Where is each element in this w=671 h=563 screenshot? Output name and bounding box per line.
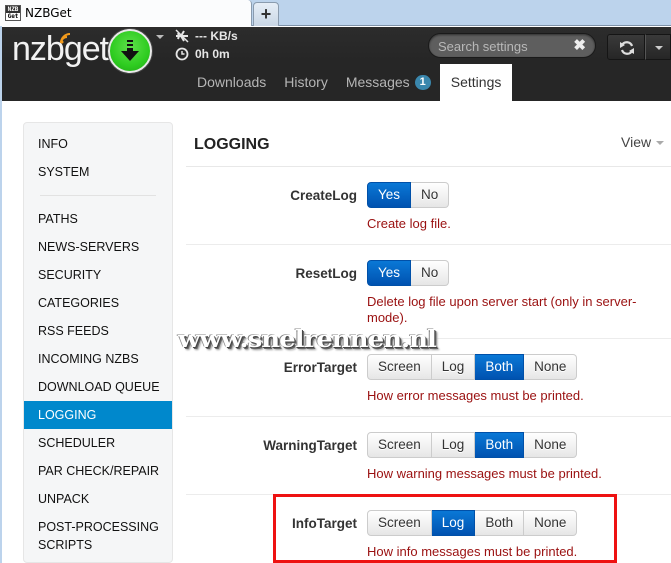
option-description: Create log file. [367, 216, 451, 231]
tab-messages[interactable]: Messages 1 [337, 64, 440, 101]
tab-downloads[interactable]: Downloads [188, 64, 275, 101]
logo-signal-icon [60, 33, 71, 44]
createlog-toggle: Yes No [367, 182, 450, 208]
favicon-text-bottom: Get [7, 13, 19, 20]
resetlog-yes-button[interactable]: Yes [367, 260, 412, 286]
tab-downloads-label: Downloads [197, 74, 267, 90]
sidebar-item-incoming-nzbs[interactable]: INCOMING NZBS [24, 345, 172, 373]
infotarget-log-button[interactable]: Log [431, 510, 476, 536]
option-description: Delete log file upon server start (only … [367, 294, 637, 325]
createlog-yes-button[interactable]: Yes [367, 182, 412, 208]
browser-tab[interactable]: NZB Get NZBGet [0, 0, 252, 26]
sidebar-item-scheduler[interactable]: SCHEDULER [24, 429, 172, 457]
sidebar-item-par-check-repair[interactable]: PAR CHECK/REPAIR [24, 457, 172, 485]
errortarget-both-button[interactable]: Both [475, 354, 525, 380]
browser-tab-strip: NZB Get NZBGet + [0, 0, 671, 26]
tab-settings[interactable]: Settings [439, 64, 513, 101]
sidebar-item-paths[interactable]: PATHS [24, 205, 172, 233]
download-speed: --- KB/s [175, 29, 238, 43]
sidebar-item-rss-feeds[interactable]: RSS FEEDS [24, 317, 172, 345]
refresh-icon [620, 41, 634, 55]
warningtarget-segmented-control: Screen Log Both None [367, 432, 578, 458]
resetlog-no-button[interactable]: No [411, 260, 450, 286]
option-divider [186, 338, 671, 339]
search-settings-field[interactable]: ✖ [428, 33, 596, 58]
infotarget-segmented-control: Screen Log Both None [367, 510, 578, 536]
clear-search-icon[interactable]: ✖ [573, 37, 586, 54]
infotarget-screen-button[interactable]: Screen [367, 510, 432, 536]
sidebar-item-categories[interactable]: CATEGORIES [24, 289, 172, 317]
option-divider [186, 494, 671, 495]
warningtarget-none-button[interactable]: None [524, 432, 578, 458]
errortarget-log-button[interactable]: Log [431, 354, 476, 380]
refresh-button[interactable] [607, 34, 645, 60]
navbar: nzbget --- KB/s 0h 0m ✖ [0, 27, 671, 101]
errortarget-segmented-control: Screen Log Both None [367, 354, 578, 380]
sidebar-item-post-processing-scripts[interactable]: POST-PROCESSING SCRIPTS [24, 513, 164, 559]
option-label: ResetLog [295, 266, 357, 281]
createlog-no-button[interactable]: No [411, 182, 450, 208]
search-settings-input[interactable] [438, 37, 568, 55]
option-description: How error messages must be printed. [367, 388, 584, 403]
option-label: WarningTarget [263, 438, 357, 453]
sidebar-item-unpack[interactable]: UNPACK [24, 485, 172, 513]
infotarget-none-button[interactable]: None [524, 510, 578, 536]
watermark-text: www.snelrennen.nl [178, 326, 437, 354]
sidebar-item-security[interactable]: SECURITY [24, 261, 172, 289]
warningtarget-log-button[interactable]: Log [431, 432, 476, 458]
download-pause-toggle-button[interactable] [108, 29, 152, 73]
warningtarget-both-button[interactable]: Both [475, 432, 525, 458]
option-label: InfoTarget [292, 516, 357, 531]
messages-count-badge: 1 [414, 75, 431, 90]
download-arrow-icon [121, 40, 139, 61]
errortarget-none-button[interactable]: None [524, 354, 578, 380]
plane-icon [175, 29, 189, 43]
option-divider [186, 416, 671, 417]
nzbget-favicon-icon: NZB Get [5, 5, 21, 21]
sidebar-item-logging[interactable]: LOGGING [24, 401, 172, 429]
time-remaining: 0h 0m [175, 47, 230, 61]
resetlog-toggle: Yes No [367, 260, 450, 286]
sidebar-divider [40, 195, 156, 196]
sidebar-item-news-servers[interactable]: NEWS-SERVERS [24, 233, 172, 261]
refresh-menu-caret-button[interactable] [645, 34, 671, 60]
main-nav-tabs: Downloads History Messages 1 Settings [188, 64, 513, 101]
speed-value: --- KB/s [195, 29, 238, 43]
settings-sidebar: INFO SYSTEM PATHS NEWS-SERVERS SECURITY … [23, 122, 173, 563]
errortarget-screen-button[interactable]: Screen [367, 354, 432, 380]
clock-icon [175, 47, 189, 61]
new-tab-button[interactable]: + [253, 2, 279, 26]
section-divider [186, 166, 671, 167]
browser-tab-title: NZBGet [25, 6, 72, 20]
tab-messages-label: Messages [345, 74, 410, 90]
option-description: How warning messages must be printed. [367, 466, 602, 481]
sidebar-item-system[interactable]: SYSTEM [24, 158, 172, 186]
play-menu-caret-icon[interactable] [156, 35, 164, 39]
sidebar-item-info[interactable]: INFO [24, 130, 172, 158]
infotarget-both-button[interactable]: Both [475, 510, 525, 536]
option-divider [186, 244, 671, 245]
sidebar-item-download-queue[interactable]: DOWNLOAD QUEUE [24, 373, 172, 401]
window-frame-edge [0, 26, 2, 563]
tab-history-label: History [284, 74, 328, 90]
option-description: How info messages must be printed. [367, 544, 578, 559]
tab-history[interactable]: History [275, 64, 337, 101]
tab-settings-label: Settings [450, 74, 502, 90]
warningtarget-screen-button[interactable]: Screen [367, 432, 432, 458]
time-value: 0h 0m [195, 47, 230, 61]
section-title: LOGGING [194, 136, 270, 153]
option-label: ErrorTarget [283, 360, 357, 375]
view-menu-dropdown[interactable]: View [621, 134, 664, 150]
option-label: CreateLog [290, 188, 357, 203]
favicon-text-top: NZB [6, 6, 20, 13]
